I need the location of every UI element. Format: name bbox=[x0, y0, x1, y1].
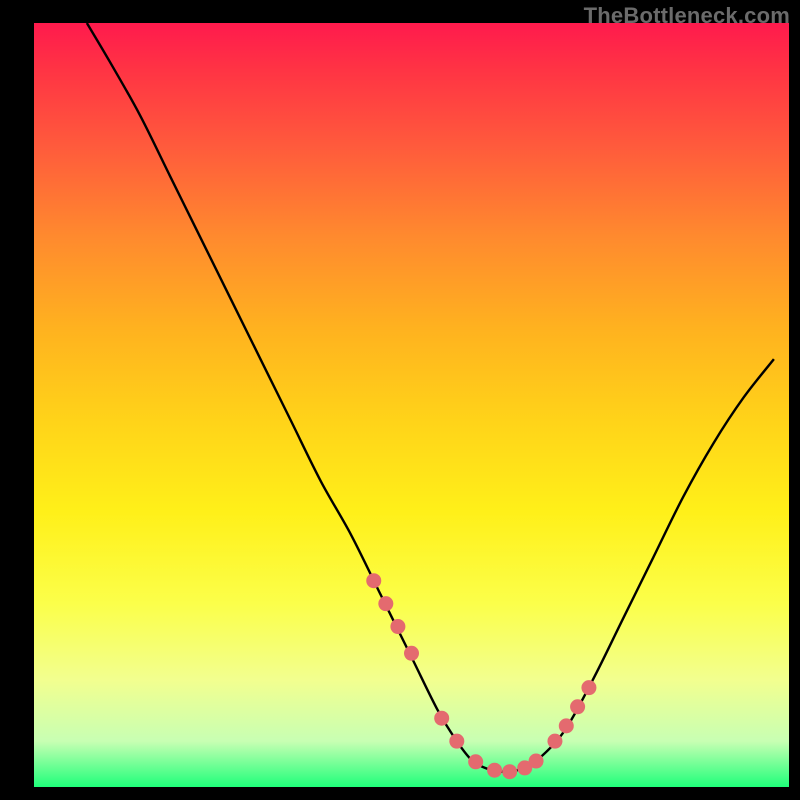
curve-marker-dot bbox=[570, 699, 585, 714]
curve-marker-dot bbox=[468, 754, 483, 769]
curve-marker-dot bbox=[378, 596, 393, 611]
curve-marker-dot bbox=[487, 763, 502, 778]
curve-marker-dot bbox=[529, 754, 544, 769]
chart-plot-area bbox=[34, 23, 789, 787]
bottleneck-curve bbox=[87, 23, 774, 772]
watermark-text: TheBottleneck.com bbox=[584, 3, 790, 29]
curve-marker-dot bbox=[390, 619, 405, 634]
curve-marker-dot bbox=[559, 718, 574, 733]
curve-marker-dot bbox=[547, 734, 562, 749]
curve-markers bbox=[366, 573, 596, 779]
curve-marker-dot bbox=[434, 711, 449, 726]
curve-marker-dot bbox=[366, 573, 381, 588]
bottleneck-curve-svg bbox=[34, 23, 789, 787]
curve-marker-dot bbox=[404, 646, 419, 661]
curve-marker-dot bbox=[449, 734, 464, 749]
curve-marker-dot bbox=[581, 680, 596, 695]
curve-marker-dot bbox=[502, 764, 517, 779]
